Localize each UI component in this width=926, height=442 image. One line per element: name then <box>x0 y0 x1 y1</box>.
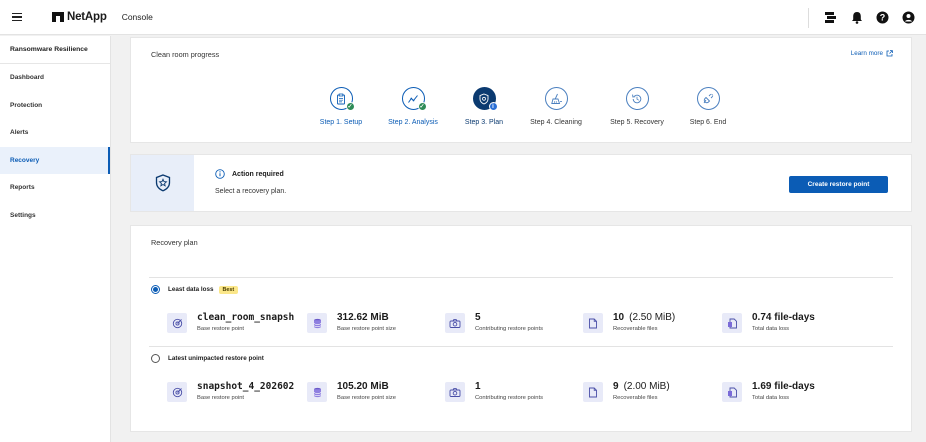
metric-label: Total data loss <box>752 326 790 332</box>
clipboard-icon <box>337 93 345 104</box>
sidebar-item-reports[interactable]: Reports <box>0 174 110 202</box>
metric-label: Contributing restore points <box>475 395 543 401</box>
metric-value: 9 <box>613 381 619 392</box>
metric-value: clean_room_snapsh <box>197 312 295 323</box>
metric-restore-point-size: 312.62 MiB Base restore point size <box>307 312 396 333</box>
svg-text:?: ? <box>880 13 886 23</box>
metric-recoverable-files: 10 (2.50 MiB) Recoverable files <box>583 312 675 333</box>
workloads-icon[interactable] <box>823 10 838 25</box>
metric-label: Recoverable files <box>613 326 658 332</box>
bell-icon[interactable] <box>849 10 864 25</box>
sidebar: Ransomware Resilience Dashboard Protecti… <box>0 36 111 442</box>
metric-recoverable-files: 9 (2.00 MiB) Recoverable files <box>583 381 670 402</box>
file-loss-icon <box>722 382 742 402</box>
learn-more-label: Learn more <box>850 50 883 57</box>
divider <box>149 346 893 347</box>
metric-value: 10 <box>613 312 625 323</box>
action-icon-panel <box>131 155 194 211</box>
product-name: Console <box>121 12 153 22</box>
best-badge: Best <box>218 285 239 294</box>
metric-label: Recoverable files <box>613 395 658 401</box>
netapp-logo[interactable]: NetApp <box>52 11 107 23</box>
metric-base-restore-point: clean_room_snapsh Base restore point <box>167 312 295 333</box>
learn-more-link[interactable]: Learn more <box>851 50 893 57</box>
shield-star-icon <box>155 174 170 192</box>
info-icon: i <box>488 102 498 111</box>
option-label: Least data loss <box>168 286 214 293</box>
database-icon <box>307 382 327 402</box>
metric-value: 5 <box>475 312 481 323</box>
netapp-logo-mark <box>52 12 64 22</box>
metric-value: 0.74 file-days <box>752 312 815 323</box>
shield-icon <box>479 93 489 104</box>
action-subtitle: Select a recovery plan. <box>215 188 287 195</box>
sidebar-item-alerts[interactable]: Alerts <box>0 119 110 147</box>
metric-label: Contributing restore points <box>475 326 543 332</box>
metric-value: 312.62 MiB <box>337 312 389 323</box>
sidebar-item-recovery[interactable]: Recovery <box>0 146 110 174</box>
restore-icon <box>632 94 642 103</box>
metric-label: Base restore point size <box>337 395 396 401</box>
metric-label: Base restore point <box>197 326 245 332</box>
info-icon <box>215 169 225 179</box>
plug-icon <box>703 93 714 103</box>
action-required-card: Action required Select a recovery plan. … <box>130 154 912 212</box>
step-end[interactable]: Step 6. End <box>663 87 753 126</box>
clean-room-progress-card: Clean room progress Learn more ✓ Step 1.… <box>130 37 912 143</box>
camera-icon <box>445 382 465 402</box>
metric-value: 1 <box>475 381 481 392</box>
menu-icon[interactable] <box>12 12 22 22</box>
radio-button[interactable] <box>151 354 160 363</box>
database-icon <box>307 313 327 333</box>
top-bar: NetApp Console ? <box>0 0 926 35</box>
metric-base-restore-point: snapshot_4_202602 Base restore point <box>167 381 295 402</box>
progress-title: Clean room progress <box>151 50 220 59</box>
metric-value: 1.69 file-days <box>752 381 815 392</box>
sidebar-item-protection[interactable]: Protection <box>0 92 110 120</box>
metric-contributing-points: 5 Contributing restore points <box>445 312 543 333</box>
option-label: Latest unimpacted restore point <box>168 355 264 362</box>
logo-text: NetApp <box>67 11 107 23</box>
metric-subvalue: (2.50 MiB) <box>629 312 676 323</box>
sidebar-item-settings[interactable]: Settings <box>0 202 110 230</box>
check-icon: ✓ <box>417 102 427 111</box>
top-divider <box>808 7 809 28</box>
option-least-data-loss[interactable]: Least data loss Best <box>151 285 239 294</box>
trend-icon <box>408 94 418 103</box>
metric-subvalue: (2.00 MiB) <box>623 381 670 392</box>
metric-total-data-loss: 0.74 file-days Total data loss <box>722 312 815 333</box>
step-label: Step 6. End <box>689 119 727 126</box>
recovery-plan-title: Recovery plan <box>151 238 198 247</box>
sidebar-title: Ransomware Resilience <box>0 36 110 64</box>
create-restore-point-button[interactable]: Create restore point <box>789 176 888 193</box>
metric-restore-point-size: 105.20 MiB Base restore point size <box>307 381 396 402</box>
metric-label: Base restore point size <box>337 326 396 332</box>
external-link-icon <box>886 50 893 57</box>
file-icon <box>583 313 603 333</box>
target-icon <box>167 313 187 333</box>
check-icon: ✓ <box>345 102 355 111</box>
metric-value: 105.20 MiB <box>337 381 389 392</box>
divider <box>149 277 893 278</box>
action-title: Action required <box>232 170 284 178</box>
radio-button[interactable] <box>151 285 160 294</box>
metric-total-data-loss: 1.69 file-days Total data loss <box>722 381 815 402</box>
sidebar-item-dashboard[interactable]: Dashboard <box>0 64 110 92</box>
user-icon[interactable] <box>901 10 916 25</box>
broom-icon <box>550 93 562 104</box>
metric-label: Total data loss <box>752 395 790 401</box>
target-icon <box>167 382 187 402</box>
metric-value: snapshot_4_202602 <box>197 381 295 392</box>
option-latest-unimpacted[interactable]: Latest unimpacted restore point <box>151 354 264 363</box>
camera-icon <box>445 313 465 333</box>
step-cleaning[interactable]: Step 4. Cleaning <box>511 87 601 126</box>
help-icon[interactable]: ? <box>875 10 890 25</box>
metric-contributing-points: 1 Contributing restore points <box>445 381 543 402</box>
recovery-plan-card: Recovery plan Least data loss Best clean… <box>130 225 912 432</box>
metric-label: Base restore point <box>197 395 245 401</box>
file-icon <box>583 382 603 402</box>
step-label: Step 4. Cleaning <box>530 119 582 126</box>
file-loss-icon <box>722 313 742 333</box>
